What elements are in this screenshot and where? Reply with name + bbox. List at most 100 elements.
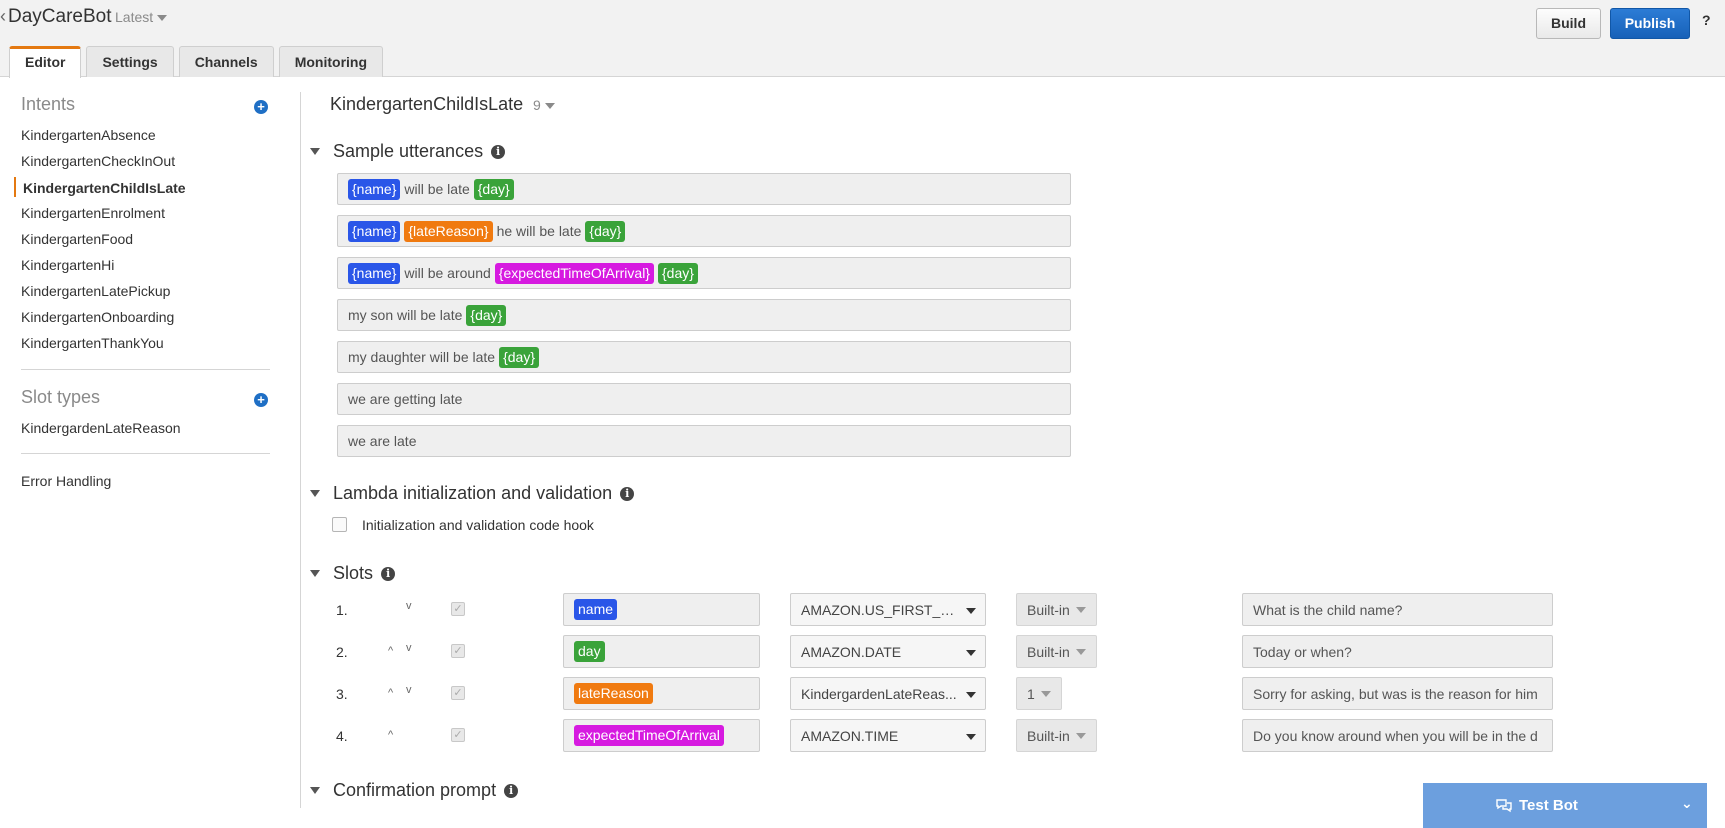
sidebar-intent-item[interactable]: KindergartenThankYou [21,335,164,351]
sidebar-intent-item-active[interactable]: KindergartenChildIsLate [23,180,186,196]
slot-version-value: Built-in [1027,643,1070,660]
tab-settings[interactable]: Settings [86,46,174,77]
caret-down-icon [966,692,976,698]
sidebar-intent-item[interactable]: KindergartenEnrolment [21,205,165,221]
slot-type-value: AMAZON.TIME [801,727,899,744]
collapse-triangle-icon[interactable] [310,787,320,794]
slot-name-field[interactable]: day [563,635,760,668]
slot-required-checkbox[interactable]: ✓ [451,686,465,700]
move-up-icon[interactable]: ^ [388,687,393,699]
slot-version-dropdown[interactable]: Built-in [1016,719,1097,752]
caret-down-icon [966,608,976,614]
add-slot-type-icon[interactable]: + [254,393,268,407]
caret-down-icon [966,734,976,740]
sidebar-intent-item[interactable]: KindergartenFood [21,231,133,247]
code-hook-label: Initialization and validation code hook [362,517,594,533]
slot-type-select[interactable]: KindergardenLateReas... [790,677,986,710]
sidebar-intent-item[interactable]: KindergartenOnboarding [21,309,174,325]
slot-name-field[interactable]: name [563,593,760,626]
slot-chip[interactable]: {day} [657,262,698,284]
section-title: Lambda initialization and validation [333,483,613,503]
move-down-icon[interactable]: v [406,600,412,612]
help-icon[interactable]: ? [1702,12,1711,28]
sample-utterances-header[interactable]: Sample utterances i [310,141,506,162]
slot-chip[interactable]: {day} [585,220,626,242]
utterance-row[interactable]: {name} will be late {day} [337,173,1071,205]
utterance-row[interactable]: {name} {lateReason} he will be late {day} [337,215,1071,247]
info-icon[interactable]: i [381,566,396,581]
collapse-triangle-icon[interactable] [310,570,320,577]
sidebar-intent-item[interactable]: KindergartenAbsence [21,127,156,143]
move-down-icon[interactable]: v [406,642,412,654]
section-title: Confirmation prompt [333,780,497,800]
slot-chip[interactable]: {day} [473,178,514,200]
intent-version-dropdown[interactable]: 9 [533,97,555,113]
info-icon[interactable]: i [504,783,519,798]
slot-version-value: 1 [1027,685,1035,702]
slot-type-value: AMAZON.DATE [801,643,902,660]
caret-down-icon [544,103,555,110]
move-up-icon[interactable]: ^ [388,645,393,657]
slot-type-select[interactable]: AMAZON.DATE [790,635,986,668]
test-bot-label: Test Bot [1519,797,1578,814]
info-icon[interactable]: i [620,486,635,501]
slot-chip[interactable]: {day} [499,346,540,368]
tab-editor[interactable]: Editor [9,46,82,78]
slot-type-select[interactable]: AMAZON.TIME [790,719,986,752]
tab-monitoring[interactable]: Monitoring [278,46,384,77]
slot-chip[interactable]: {lateReason} [404,220,493,242]
sidebar-intent-item[interactable]: KindergartenHi [21,257,114,273]
slot-name-field[interactable]: expectedTimeOfArrival [563,719,760,752]
move-down-icon[interactable]: v [406,684,412,696]
back-icon[interactable]: ‹ [0,6,6,27]
sidebar-error-handling[interactable]: Error Handling [21,473,111,489]
slot-required-checkbox[interactable]: ✓ [451,602,465,616]
slot-chip[interactable]: {name} [348,178,401,200]
sidebar-intent-item[interactable]: KindergartenLatePickup [21,283,170,299]
sidebar-slot-type-item[interactable]: KindergardenLateReason [21,420,181,436]
slot-type-select[interactable]: AMAZON.US_FIRST_N... [790,593,986,626]
utterance-row[interactable]: we are late [337,425,1071,457]
slots-section-header[interactable]: Slots i [310,563,396,584]
section-title: Slots [333,563,374,583]
sidebar-intent-item[interactable]: KindergartenCheckInOut [21,153,175,169]
collapse-triangle-icon[interactable] [310,490,320,497]
slot-required-checkbox[interactable]: ✓ [451,644,465,658]
caret-down-icon [966,650,976,656]
caret-down-icon [1075,648,1086,655]
slot-prompt-field[interactable]: Do you know around when you will be in t… [1242,719,1553,752]
caret-down-icon [1075,732,1086,739]
test-bot-button[interactable]: Test Bot ⌄ [1423,783,1707,828]
utterance-row[interactable]: {name} will be around {expectedTimeOfArriv… [337,257,1071,289]
utterance-row[interactable]: my son will be late {day} [337,299,1071,331]
slot-number: 3. [336,686,348,702]
lambda-section-header[interactable]: Lambda initialization and validation i [310,483,635,504]
move-up-icon[interactable]: ^ [388,729,393,741]
utterance-row[interactable]: my daughter will be late {day} [337,341,1071,373]
slot-chip[interactable]: {day} [466,304,507,326]
bot-version-dropdown[interactable]: Latest [115,9,168,25]
confirmation-section-header[interactable]: Confirmation prompt i [310,780,519,801]
slot-version-dropdown[interactable]: Built-in [1016,593,1097,626]
slot-name-field[interactable]: lateReason [563,677,760,710]
collapse-triangle-icon[interactable] [310,148,320,155]
build-button[interactable]: Build [1536,8,1601,39]
chevron-down-icon[interactable]: ⌄ [1681,795,1693,812]
utterance-text: he will be late [496,223,582,239]
slot-prompt-field[interactable]: Today or when? [1242,635,1553,668]
slot-chip[interactable]: {expectedTimeOfArrival} [494,262,654,284]
tab-channels[interactable]: Channels [178,46,274,77]
slot-version-dropdown[interactable]: Built-in [1016,635,1097,668]
slot-chip[interactable]: {name} [348,220,401,242]
publish-button[interactable]: Publish [1610,8,1690,39]
code-hook-checkbox[interactable] [332,517,347,532]
slot-chip[interactable]: {name} [348,262,401,284]
caret-down-icon [1040,690,1051,697]
info-icon[interactable]: i [491,144,506,159]
add-intent-icon[interactable]: + [254,100,268,114]
utterance-row[interactable]: we are getting late [337,383,1071,415]
slot-version-dropdown[interactable]: 1 [1016,677,1062,710]
slot-prompt-field[interactable]: Sorry for asking, but was is the reason … [1242,677,1553,710]
slot-prompt-field[interactable]: What is the child name? [1242,593,1553,626]
slot-required-checkbox[interactable]: ✓ [451,728,465,742]
